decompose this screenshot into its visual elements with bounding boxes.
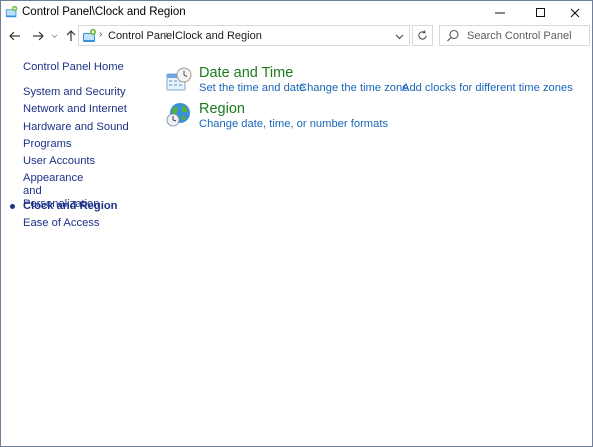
close-icon (570, 8, 580, 17)
up-button[interactable] (63, 24, 79, 48)
date-time-icon[interactable] (166, 67, 192, 93)
sidebar-item-programs[interactable]: Programs (23, 138, 72, 151)
title-bar[interactable]: Control Panel\Clock and Region (1, 1, 592, 24)
add-clocks-link[interactable]: Add clocks for different time zones (402, 82, 573, 94)
breadcrumb-clock-and-region[interactable]: Clock and Region (175, 30, 262, 42)
sidebar-item-label: Clock and Region (23, 200, 118, 212)
arrow-right-icon (33, 31, 44, 41)
sidebar-item-network-and-internet[interactable]: Network and Internet (23, 103, 127, 116)
navigation-bar: › Control Panel › Clock and Region (1, 24, 592, 48)
control-panel-window: Control Panel\Clock and Region › Control… (0, 0, 593, 447)
current-item-bullet (10, 204, 15, 209)
search-icon (447, 29, 459, 42)
search-box[interactable] (439, 25, 590, 46)
close-button[interactable] (558, 1, 592, 24)
minimize-icon (495, 12, 505, 13)
globe-icon[interactable] (166, 102, 192, 128)
chevron-right-icon[interactable]: › (165, 29, 168, 40)
refresh-icon (418, 30, 427, 40)
sidebar-item-ease-of-access[interactable]: Ease of Access (23, 217, 100, 230)
maximize-icon (536, 7, 545, 17)
minimize-button[interactable] (483, 1, 517, 24)
recent-locations-button[interactable] (49, 24, 59, 48)
change-time-zone-link[interactable]: Change the time zone (299, 82, 408, 94)
forward-button[interactable] (29, 24, 47, 48)
date-and-time-title[interactable]: Date and Time (199, 65, 293, 81)
change-formats-link[interactable]: Change date, time, or number formats (199, 118, 388, 130)
chevron-down-icon (51, 33, 57, 38)
back-button[interactable] (6, 24, 24, 48)
sidebar-item-system-and-security[interactable]: System and Security (23, 86, 126, 99)
sidebar-item-clock-and-region[interactable]: Clock and Region (10, 200, 118, 213)
address-bar[interactable]: › Control Panel › Clock and Region (78, 25, 410, 46)
sidebar-item-control-panel-home[interactable]: Control Panel Home (23, 61, 124, 74)
maximize-button[interactable] (524, 1, 558, 24)
window-title: Control Panel\Clock and Region (22, 6, 186, 18)
sidebar-item-user-accounts[interactable]: User Accounts (23, 155, 95, 168)
chevron-right-icon[interactable]: › (99, 29, 102, 40)
arrow-left-icon (9, 31, 20, 41)
arrow-up-icon (66, 30, 76, 41)
search-input[interactable] (467, 28, 587, 43)
set-time-and-date-link[interactable]: Set the time and date (199, 82, 305, 94)
region-title[interactable]: Region (199, 101, 245, 117)
sidebar-item-hardware-and-sound[interactable]: Hardware and Sound (23, 121, 129, 134)
control-panel-icon (83, 28, 97, 42)
address-dropdown-button[interactable] (392, 28, 406, 44)
control-panel-icon (5, 5, 18, 18)
refresh-button[interactable] (412, 25, 433, 46)
chevron-down-icon (395, 34, 403, 39)
